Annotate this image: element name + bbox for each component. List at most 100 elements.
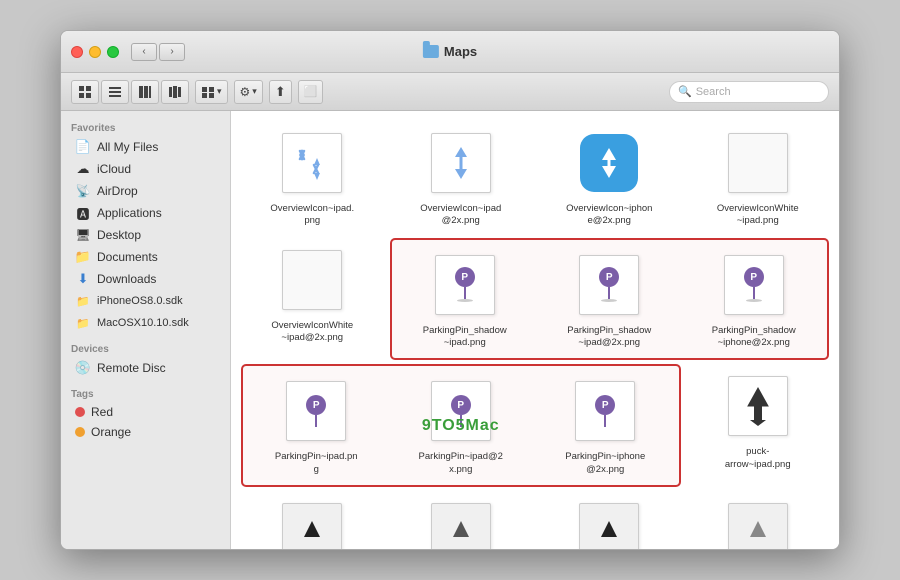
devices-header: Devices xyxy=(61,340,230,357)
file-thumb xyxy=(722,127,794,199)
file-item[interactable]: OverviewIcon~iphone@2x.png xyxy=(538,121,681,234)
arrow-thumb-2 xyxy=(431,503,491,549)
parking-pin-icon: P xyxy=(595,395,615,427)
file-item[interactable]: P ParkingPin~ipad.png xyxy=(246,369,387,482)
file-item[interactable]: P ParkingPin_shadow~ipad@2x.png xyxy=(539,243,680,356)
parking-pin-icon: P xyxy=(306,395,326,427)
sidebar-label-desktop: Desktop xyxy=(97,228,141,242)
sidebar-label-icloud: iCloud xyxy=(97,162,131,176)
sidebar-label-all-my-files: All My Files xyxy=(97,140,158,154)
sidebar-item-tag-orange[interactable]: Orange xyxy=(65,422,226,442)
tag-red-dot xyxy=(75,407,85,417)
minimize-button[interactable] xyxy=(89,46,101,58)
arrow-thumb-4 xyxy=(728,503,788,549)
parking-iphone2x: P xyxy=(575,381,635,441)
file-name: ParkingPin~ipad@2x.png xyxy=(419,451,503,476)
selection-box-row2: P ParkingPin_shadow~ipad.png xyxy=(390,238,830,361)
file-item[interactable]: P ParkingPin_shadow~ipad.png xyxy=(395,243,536,356)
file-item[interactable] xyxy=(687,491,830,549)
selection-box-row3: 9TO5Mac P ParkingPin~ipad.png xyxy=(241,364,681,487)
file-grid: OverviewIcon~ipad.png xyxy=(231,111,839,549)
close-button[interactable] xyxy=(71,46,83,58)
file-item[interactable]: OverviewIconWhite~ipad.png xyxy=(687,121,830,234)
sidebar-label-remote-disc: Remote Disc xyxy=(97,361,166,375)
grid-row-3: 9TO5Mac P ParkingPin~ipad.png xyxy=(241,364,829,487)
icon-view-btn[interactable] xyxy=(71,80,99,104)
file-thumb xyxy=(425,127,497,199)
file-thumb: P xyxy=(425,375,497,447)
forward-button[interactable]: › xyxy=(159,43,185,61)
sidebar-item-macosx[interactable]: 📁 MacOSX10.10.sdk xyxy=(65,312,226,334)
file-item[interactable] xyxy=(538,491,681,549)
sidebar-item-desktop[interactable]: 🖥 Desktop xyxy=(65,224,226,246)
parking-ipad2x: P xyxy=(431,381,491,441)
parking-shadow-iphone2x: P xyxy=(724,255,784,315)
file-item[interactable]: OverviewIconWhite~ipad@2x.png xyxy=(241,238,384,361)
grid-row-2: OverviewIconWhite~ipad@2x.png P xyxy=(241,238,829,361)
sidebar-item-icloud[interactable]: ☁ iCloud xyxy=(65,158,226,180)
parking-pin-icon: P xyxy=(744,267,764,302)
sidebar-item-tag-red[interactable]: Red xyxy=(65,402,226,422)
maximize-button[interactable] xyxy=(107,46,119,58)
file-item[interactable]: P ParkingPin~ipad@2x.png xyxy=(391,369,532,482)
sidebar-label-documents: Documents xyxy=(97,250,158,264)
nav-buttons: ‹ › xyxy=(131,43,185,61)
sidebar-label-macosx: MacOSX10.10.sdk xyxy=(97,317,189,329)
file-item[interactable] xyxy=(241,491,384,549)
file-item[interactable]: P ParkingPin_shadow~iphone@2x.png xyxy=(684,243,825,356)
parking-pin-icon: P xyxy=(455,267,475,302)
airdrop-icon: 📡 xyxy=(75,183,91,199)
documents-icon: 📁 xyxy=(75,249,91,265)
arrange-btn[interactable]: ▾ xyxy=(195,80,228,104)
traffic-lights xyxy=(71,46,119,58)
file-thumb xyxy=(425,497,497,549)
sidebar-item-downloads[interactable]: ⬇ Downloads xyxy=(65,268,226,290)
iphoneos-icon: 📁 xyxy=(75,293,91,309)
file-name: puck-arrow~ipad.png xyxy=(725,446,791,471)
titlebar: ‹ › Maps xyxy=(61,31,839,73)
finder-window: ‹ › Maps xyxy=(60,30,840,550)
file-thumb xyxy=(573,127,645,199)
sidebar-item-all-my-files[interactable]: 📄 All My Files xyxy=(65,136,226,158)
applications-icon: 🅰 xyxy=(75,205,91,221)
parking-pin-icon: P xyxy=(451,395,471,427)
tag-btn[interactable]: ⬜ xyxy=(298,80,324,104)
file-thumb xyxy=(276,127,348,199)
action-btn[interactable]: ⚙ ▾ xyxy=(234,80,263,104)
file-item[interactable]: OverviewIcon~ipad@2x.png xyxy=(390,121,533,234)
desktop-icon: 🖥 xyxy=(75,227,91,243)
window-title: Maps xyxy=(423,44,477,59)
file-item[interactable]: P ParkingPin~iphone@2x.png xyxy=(535,369,676,482)
sidebar-item-iphoneos[interactable]: 📁 iPhoneOS8.0.sdk xyxy=(65,290,226,312)
file-name: ParkingPin~ipad.png xyxy=(275,451,358,476)
coverflow-view-btn[interactable] xyxy=(161,80,189,104)
list-view-btn[interactable] xyxy=(101,80,129,104)
file-item[interactable] xyxy=(390,491,533,549)
sidebar-item-applications[interactable]: 🅰 Applications xyxy=(65,202,226,224)
file-thumb: P xyxy=(429,249,501,321)
grid-rows: OverviewIcon~ipad.png xyxy=(241,121,829,549)
parking-ipad: P xyxy=(286,381,346,441)
overview-ipad-thumb xyxy=(282,133,342,193)
file-name: OverviewIconWhite~ipad.png xyxy=(717,203,799,228)
search-bar[interactable]: 🔍 Search xyxy=(669,81,829,103)
file-item[interactable]: puck-arrow~ipad.png xyxy=(687,364,830,487)
sidebar-label-tag-red: Red xyxy=(91,405,113,419)
puck-arrow-ipad xyxy=(728,376,788,436)
share-btn[interactable]: ⬆ xyxy=(269,80,292,104)
column-view-btn[interactable] xyxy=(131,80,159,104)
file-thumb: P xyxy=(280,375,352,447)
file-name: OverviewIcon~ipad@2x.png xyxy=(420,203,501,228)
view-buttons xyxy=(71,80,189,104)
sidebar-item-remote-disc[interactable]: 💿 Remote Disc xyxy=(65,357,226,379)
file-name: ParkingPin~iphone@2x.png xyxy=(565,451,645,476)
file-item[interactable]: OverviewIcon~ipad.png xyxy=(241,121,384,234)
sidebar: Favorites 📄 All My Files ☁ iCloud 📡 AirD… xyxy=(61,111,231,549)
sidebar-label-downloads: Downloads xyxy=(97,272,156,286)
overview-iphone2x-thumb xyxy=(580,134,638,192)
arrow-thumb-3 xyxy=(579,503,639,549)
sidebar-item-documents[interactable]: 📁 Documents xyxy=(65,246,226,268)
file-name: ParkingPin_shadow~ipad.png xyxy=(423,325,507,350)
back-button[interactable]: ‹ xyxy=(131,43,157,61)
sidebar-item-airdrop[interactable]: 📡 AirDrop xyxy=(65,180,226,202)
